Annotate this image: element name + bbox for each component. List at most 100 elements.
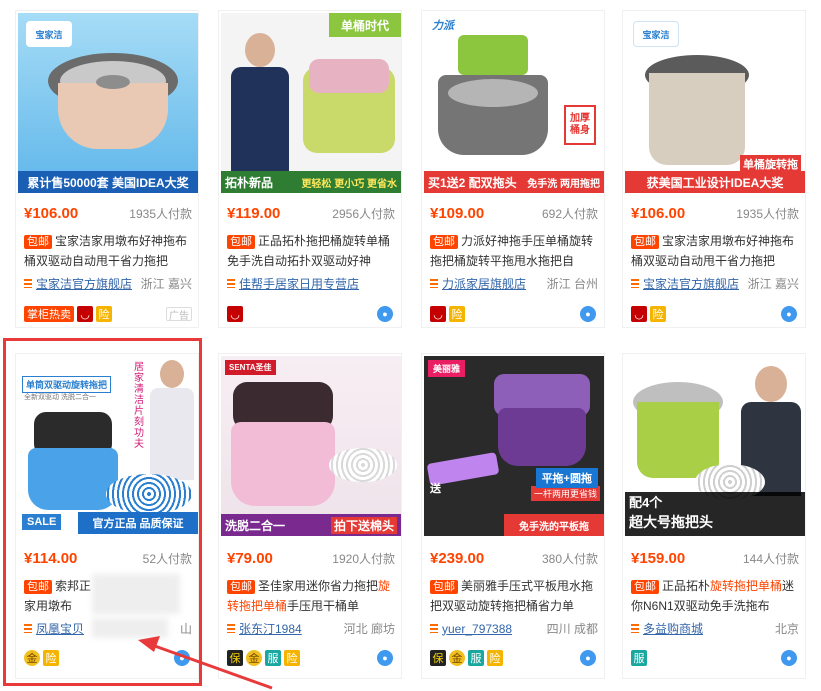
mop-bucket-graphic [645,55,749,165]
guarantee-badge[interactable]: 保 [430,650,446,666]
mop-bucket-graphic [231,382,335,506]
send-badge: 送 [430,483,441,495]
shop-name[interactable]: 宝家洁官方旗舰店 [643,275,739,292]
free-shipping-tag: 包邮 [430,580,458,594]
promo-banner: 免手洗的平板拖 [504,514,604,536]
shop-link[interactable]: 宝家洁官方旗舰店 [631,275,739,292]
product-card[interactable]: 美丽雅 送 一杆两用更省钱 平拖+圆拖 免手洗的平板拖 ¥239.00 380人… [421,353,605,679]
location: 四川 成都 [546,622,598,636]
ad-label: 广告 [166,307,192,322]
chat-icon[interactable]: ● [781,650,797,666]
product-card[interactable]: SENTA圣佳 洗脱二合一 拍下送棉头 ¥79.00 1920人付款 包邮 圣佳家… [218,353,402,679]
shop-name[interactable]: 力派家居旗舰店 [442,275,526,292]
shop-link[interactable]: yuer_797388 [430,622,512,636]
chat-icon[interactable]: ● [580,650,596,666]
product-image[interactable]: 宝家洁 单桶旋转拖 获美国工业设计IDEA大奖 [625,13,805,193]
product-title-text[interactable]: 正品拓朴 [662,579,710,593]
sales-count: 1935人付款 [736,207,799,221]
price: ¥109.00 [430,205,485,222]
banner-subtitle: 免手洗 两用拖把 [527,178,600,190]
price: ¥106.00 [631,205,686,222]
product-title[interactable]: 包邮 圣佳家用迷你省力拖把旋转拖把单桶手压甩干桶单 [227,576,397,616]
free-shipping-tag: 包邮 [631,235,659,249]
shop-link[interactable]: 多益购商城 [631,620,703,637]
promo-banner: 获美国工业设计IDEA大奖 [625,171,805,193]
shop-icon [227,279,235,288]
product-card[interactable]: 力派 加厚桶身 买1送2 配双拖头 免手洗 两用拖把 ¥109.00 692人付… [421,10,605,328]
free-shipping-tag: 包邮 [430,235,458,249]
product-card[interactable]: 单桶时代 拓朴新品 更轻松 更小巧 更省水 ¥119.00 2956人付款 包邮… [218,10,402,328]
chat-icon[interactable]: ● [580,306,596,322]
product-image[interactable]: 美丽雅 送 一杆两用更省钱 平拖+圆拖 免手洗的平板拖 [424,356,604,536]
brand-logo: 美丽雅 [428,360,466,377]
promo-text: 配4个 超大号拖把头 [625,492,805,536]
shop-name[interactable]: 张东汀1984 [239,620,302,637]
product-title[interactable]: 包邮 美丽雅手压式平板甩水拖把双驱动旋转拖把桶省力单 [430,576,600,616]
shop-name[interactable]: yuer_797388 [442,622,512,636]
tmall-icon[interactable]: ◡ [227,306,243,322]
shop-name[interactable]: 多益购商城 [643,620,703,637]
product-image[interactable]: 配4个 超大号拖把头 [625,356,805,536]
insurance-badge[interactable]: 险 [284,650,300,666]
location: 河北 廊坊 [343,622,395,636]
hot-seller-badge[interactable]: 掌柜热卖 [24,306,74,322]
free-shipping-tag: 包邮 [227,235,255,249]
product-title-keyword[interactable]: 旋转拖把单桶 [710,579,782,593]
shop-icon [430,624,438,633]
location: 北京 [774,622,799,636]
shop-icon [631,624,639,633]
product-title-text-end[interactable]: 手压甩干桶单 [287,599,359,613]
service-badge[interactable]: 服 [265,650,281,666]
shop-name[interactable]: 宝家洁官方旗舰店 [36,275,132,292]
guarantee-badge[interactable]: 保 [227,650,243,666]
shop-link[interactable]: 张东汀1984 [227,620,302,637]
product-title[interactable]: 包邮 正品拓朴拖把桶旋转单桶免手洗自动拓扑双驱动好神 [227,231,397,271]
product-title-text[interactable]: 圣佳家用迷你省力拖把 [258,579,378,593]
tmall-icon[interactable]: ◡ [430,306,446,322]
mop-bucket-graphic [438,35,548,155]
product-title[interactable]: 包邮 正品拓朴旋转拖把单桶迷你N6N1双驱动免手洗拖布 [631,576,801,616]
mop-bucket-graphic [494,374,590,466]
insurance-badge[interactable]: 险 [96,306,112,322]
product-title[interactable]: 包邮 力派好神拖手压单桶旋转拖把桶旋转平拖甩水拖把自 [430,231,600,271]
brand-logo: SENTA圣佳 [225,360,276,375]
product-title[interactable]: 包邮 宝家洁家用墩布好神拖布桶双驱动自动甩干省力拖把 [631,231,801,271]
brand-logo: 宝家洁 [26,21,72,47]
brand-logo: 力派 [432,20,454,32]
mop-bucket-graphic [48,53,178,153]
gold-seller-badge[interactable]: 金 [246,650,262,666]
product-title[interactable]: 包邮 宝家洁家用墩布好神拖布桶双驱动自动甩干省力拖把 [24,231,194,271]
insurance-badge[interactable]: 险 [449,306,465,322]
product-image[interactable]: 力派 加厚桶身 买1送2 配双拖头 免手洗 两用拖把 [424,13,604,193]
chat-icon[interactable]: ● [377,306,393,322]
banner-title: 买1送2 配双拖头 [428,175,517,190]
product-card[interactable]: 宝家洁 单桶旋转拖 获美国工业设计IDEA大奖 ¥106.00 1935人付款 … [622,10,806,328]
brand-logo: 宝家洁 [633,21,679,47]
shop-icon [430,279,438,288]
product-card[interactable]: 宝家洁 累计售50000套 美国IDEA大奖 ¥106.00 1935人付款 包… [15,10,199,328]
shop-icon [24,279,32,288]
price: ¥106.00 [24,205,79,222]
product-card[interactable]: 配4个 超大号拖把头 ¥159.00 144人付款 包邮 正品拓朴旋转拖把单桶迷你… [622,353,806,679]
shop-link[interactable]: 佳帮手居家日用专营店 [227,275,359,292]
service-badge[interactable]: 服 [631,650,647,666]
tmall-icon[interactable]: ◡ [631,306,647,322]
insurance-badge[interactable]: 险 [650,306,666,322]
banner-subtitle: 超大号拖把头 [629,514,713,530]
chat-icon[interactable]: ● [377,650,393,666]
banner-title: 洗脱二合一 [225,518,286,533]
banner-title: 拓朴新品 [225,175,274,190]
product-image[interactable]: 单桶时代 拓朴新品 更轻松 更小巧 更省水 [221,13,401,193]
insurance-badge[interactable]: 险 [487,650,503,666]
shop-name[interactable]: 佳帮手居家日用专营店 [239,275,359,292]
free-shipping-tag: 包邮 [227,580,255,594]
chat-icon[interactable]: ● [781,306,797,322]
service-badge[interactable]: 服 [468,650,484,666]
shop-link[interactable]: 力派家居旗舰店 [430,275,526,292]
product-image[interactable]: 宝家洁 累计售50000套 美国IDEA大奖 [18,13,198,193]
banner-subtitle: 拍下送棉头 [330,516,397,534]
gold-seller-badge[interactable]: 金 [449,650,465,666]
tmall-icon[interactable]: ◡ [77,306,93,322]
product-image[interactable]: SENTA圣佳 洗脱二合一 拍下送棉头 [221,356,401,536]
shop-link[interactable]: 宝家洁官方旗舰店 [24,275,132,292]
